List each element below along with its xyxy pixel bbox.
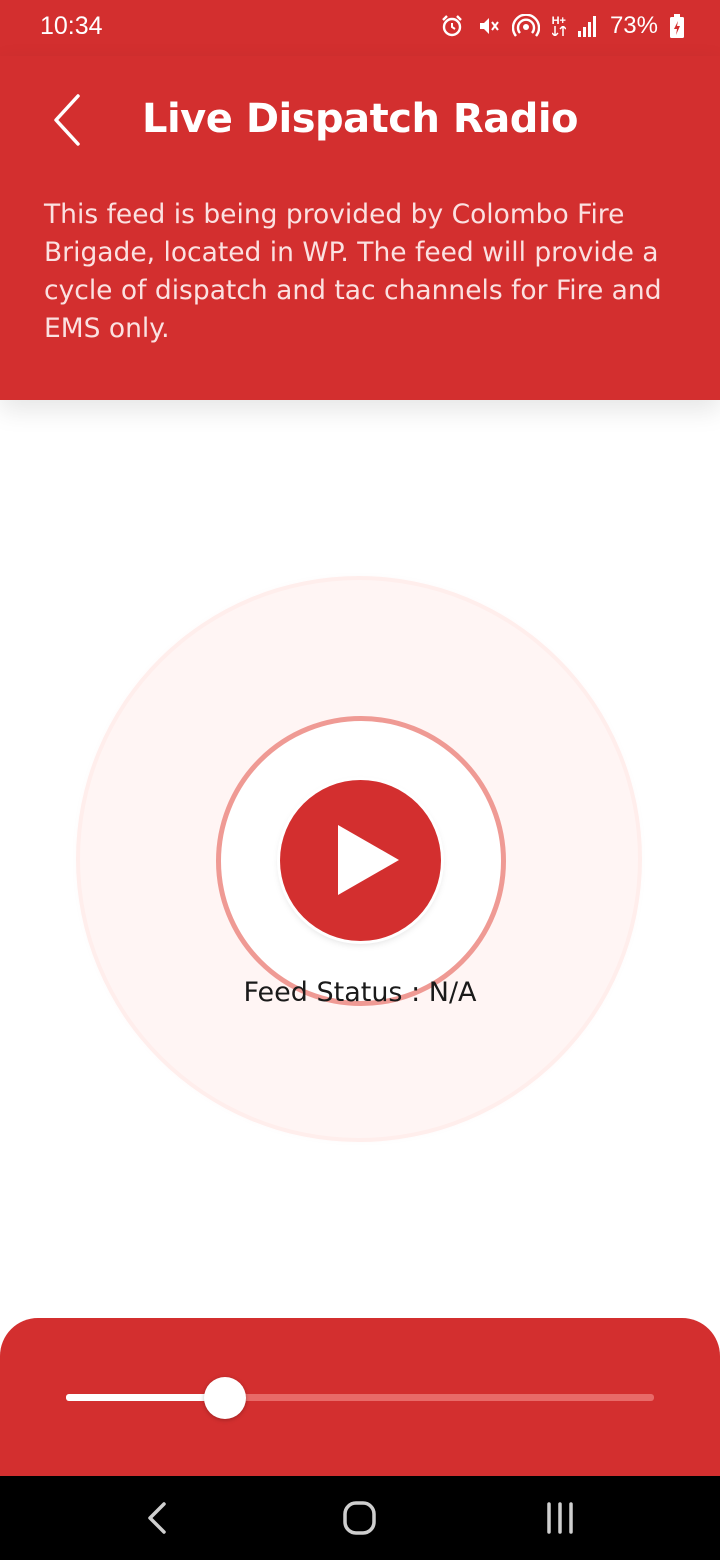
battery-percent: 73%	[609, 12, 658, 39]
status-icons: H+ 73%	[440, 12, 684, 40]
recents-nav-icon	[547, 1502, 573, 1534]
hotspot-icon	[511, 14, 540, 38]
nav-home-button[interactable]	[331, 1492, 387, 1544]
play-icon	[338, 825, 399, 895]
nav-recents-button[interactable]	[532, 1492, 588, 1544]
play-button[interactable]	[280, 780, 441, 941]
status-time: 10:34	[40, 12, 103, 40]
volume-slider-fill	[66, 1394, 225, 1401]
battery-icon	[670, 14, 684, 38]
volume-panel	[0, 1318, 720, 1476]
feed-status: Feed Status : N/A	[243, 977, 477, 1008]
volume-slider[interactable]	[66, 1377, 654, 1419]
nav-back-button[interactable]	[130, 1492, 186, 1544]
home-nav-icon	[343, 1501, 376, 1535]
feed-description: This feed is being provided by Colombo F…	[44, 199, 662, 344]
status-bar: 10:34 H+ 73%	[0, 0, 720, 56]
vibrate-mute-icon	[476, 14, 500, 38]
page-title: Live Dispatch Radio	[141, 96, 579, 142]
network-type-label: H+	[551, 15, 566, 27]
network-type-icon: H+	[552, 16, 566, 36]
header: Live Dispatch Radio This feed is being p…	[0, 56, 720, 400]
alarm-icon	[440, 14, 464, 38]
signal-icon	[577, 15, 598, 37]
navigation-bar	[0, 1476, 720, 1560]
back-nav-icon	[148, 1502, 166, 1534]
volume-slider-thumb[interactable]	[203, 1377, 246, 1419]
